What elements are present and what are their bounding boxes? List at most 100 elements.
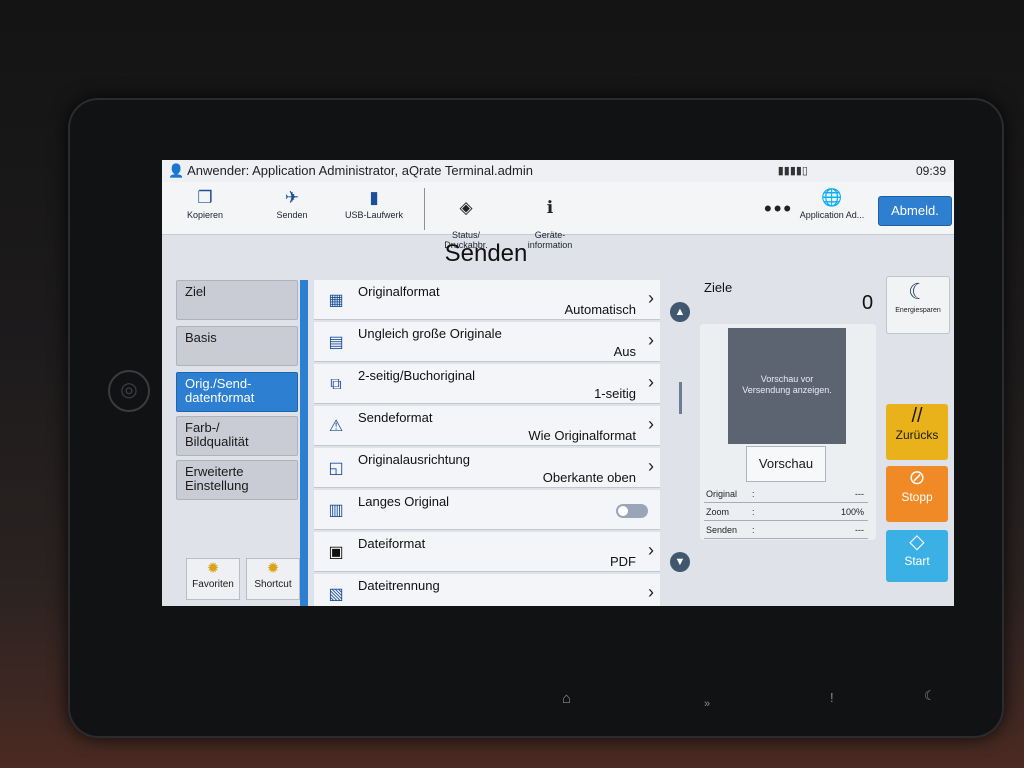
setting-dateitrennung[interactable]: ▧ Dateitrennung ›	[314, 574, 660, 606]
energiesparen-label: Energiesparen	[895, 307, 941, 314]
settings-list: ▦ Originalformat Automatisch › ▤ Ungleic…	[314, 280, 660, 606]
stopp-button[interactable]: ⊘ Stopp	[886, 466, 948, 522]
setting-label: Dateitrennung	[358, 578, 440, 593]
more-icon[interactable]: •••	[764, 196, 793, 222]
setting-2-seitig-buchoriginal[interactable]: ⧉ 2-seitig/Buchoriginal 1-seitig ›	[314, 364, 660, 404]
tab-basis[interactable]: Basis	[176, 326, 298, 366]
scroll-indicator	[679, 382, 682, 414]
setting-label: Ungleich große Originale	[358, 326, 502, 341]
start-diamond-icon: ◇	[909, 531, 925, 553]
chevron-right-icon: ›	[648, 288, 654, 308]
chevron-right-icon: ›	[648, 582, 654, 602]
forward-hw-icon[interactable]: »	[704, 698, 710, 710]
long-original-icon: ▥	[328, 502, 344, 519]
start-label: Start	[904, 554, 930, 568]
vorschau-button[interactable]: Vorschau	[746, 446, 826, 482]
toner-level-icon: ▮▮▮▮▯	[777, 165, 808, 177]
tab-orig-send-datenformat[interactable]: Orig./Send- datenformat	[176, 372, 298, 412]
toolbar-usb[interactable]: ▮ USB-Laufwerk	[330, 186, 418, 220]
info-colon: :	[752, 489, 755, 499]
setting-originalausrichtung[interactable]: ◱ Originalausrichtung Oberkante oben ›	[314, 448, 660, 488]
tab-erweiterte-einstellung[interactable]: Erweiterte Einstellung	[176, 460, 298, 500]
stopp-label: Stopp	[901, 490, 933, 504]
zuruecksetzen-button[interactable]: // Zurücks	[886, 404, 948, 460]
home-hw-icon[interactable]: ⌂	[562, 690, 571, 707]
setting-langes-original[interactable]: ▥ Langes Original	[314, 490, 660, 530]
star-gear-icon: ✹	[266, 560, 280, 577]
logout-button[interactable]: Abmeld.	[878, 196, 952, 226]
setting-value: Oberkante oben	[542, 470, 636, 485]
setting-label: Langes Original	[358, 494, 450, 509]
tab-label: Basis	[185, 330, 217, 345]
toolbar: ❐ Kopieren ✈ Senden ▮ USB-Laufwerk ◈ Sta…	[162, 182, 954, 250]
reset-icon: //	[911, 405, 923, 427]
setting-value: Automatisch	[564, 302, 636, 317]
tab-farb-bildqualitaet[interactable]: Farb-/ Bildqualität	[176, 416, 298, 456]
mixed-size-icon: ▤	[328, 334, 344, 351]
orientation-icon: ◱	[328, 460, 344, 477]
info-row-senden: Senden : ---	[704, 522, 868, 539]
moon-icon: ☾	[908, 279, 928, 304]
toolbar-label: Senden	[276, 210, 308, 220]
scroll-down-button[interactable]: ▼	[670, 552, 690, 572]
chevron-right-icon: ›	[648, 540, 654, 560]
langes-original-toggle[interactable]	[616, 504, 648, 518]
star-gear-icon: ✹	[206, 560, 220, 577]
toolbar-label: Application Ad...	[799, 210, 865, 220]
setting-originalformat[interactable]: ▦ Originalformat Automatisch ›	[314, 280, 660, 320]
status-icon: ◈	[459, 198, 473, 217]
preview-thumbnail: Vorschau vor Versendung anzeigen.	[728, 328, 846, 444]
favoriten-label: Favoriten	[192, 579, 234, 590]
tab-label: Farb-/ Bildqualität	[185, 420, 249, 449]
ziele-count: 0	[862, 292, 874, 314]
toolbar-senden[interactable]: ✈ Senden	[268, 186, 316, 220]
setting-value: Aus	[613, 344, 636, 359]
setting-label: 2-seitig/Buchoriginal	[358, 368, 476, 383]
file-split-icon: ▧	[328, 586, 344, 603]
setting-ungleich-grosse-originale[interactable]: ▤ Ungleich große Originale Aus ›	[314, 322, 660, 362]
page-title: Senden	[444, 240, 528, 267]
clock: 09:39	[915, 164, 946, 178]
original-format-icon: ▦	[328, 292, 344, 309]
shortcut-button[interactable]: ✹ Shortcut	[246, 558, 300, 600]
info-value: 100%	[840, 507, 864, 517]
toolbar-divider	[424, 188, 425, 230]
copy-icon: ❐	[197, 188, 213, 207]
tab-label: Ziel	[185, 284, 206, 299]
setting-label: Dateiformat	[358, 536, 426, 551]
ziele-label: Ziele	[704, 280, 733, 295]
send-size-icon: ⚠	[328, 418, 344, 435]
toolbar-label: USB-Laufwerk	[344, 210, 404, 220]
info-row-original: Original : ---	[704, 486, 868, 503]
user-label: 👤 Anwender: Application Administrator, a…	[168, 163, 533, 178]
toolbar-application[interactable]: 🌐 Application Ad...	[794, 186, 870, 220]
favoriten-button[interactable]: ✹ Favoriten	[186, 558, 240, 600]
status-bar: 👤 Anwender: Application Administrator, a…	[162, 160, 954, 182]
chevron-right-icon: ›	[648, 330, 654, 350]
shortcut-label: Shortcut	[254, 579, 292, 590]
zuruecksetzen-label: Zurücks	[895, 428, 939, 442]
send-icon: ✈	[284, 188, 300, 207]
nfc-reader-icon: ◎	[108, 370, 150, 412]
toolbar-kopieren[interactable]: ❐ Kopieren	[180, 186, 230, 220]
preview-panel: Vorschau vor Versendung anzeigen. Vorsch…	[700, 324, 876, 540]
setting-label: Originalausrichtung	[358, 452, 471, 467]
chevron-right-icon: ›	[648, 414, 654, 434]
alert-hw-icon: !	[830, 690, 834, 705]
sleep-hw-icon[interactable]: ☾	[924, 688, 936, 704]
setting-value: 1-seitig	[594, 386, 636, 401]
info-row-zoom: Zoom : 100%	[704, 504, 868, 521]
toolbar-label: Kopieren	[186, 210, 224, 220]
setting-label: Originalformat	[358, 284, 440, 299]
toggle-knob	[618, 506, 628, 516]
setting-dateiformat[interactable]: ▣ Dateiformat PDF ›	[314, 532, 660, 572]
tab-label: Erweiterte Einstellung	[185, 464, 249, 493]
usb-icon: ▮	[369, 188, 379, 207]
tab-label: Orig./Send- datenformat	[185, 376, 255, 405]
scroll-up-button[interactable]: ▲	[670, 302, 690, 322]
setting-sendeformat[interactable]: ⚠ Sendeformat Wie Originalformat ›	[314, 406, 660, 446]
start-button[interactable]: ◇ Start	[886, 530, 948, 582]
pdf-file-icon: ▣	[328, 544, 344, 561]
energiesparen-button[interactable]: ☾ Energiesparen	[886, 276, 950, 334]
tab-ziel[interactable]: Ziel	[176, 280, 298, 320]
